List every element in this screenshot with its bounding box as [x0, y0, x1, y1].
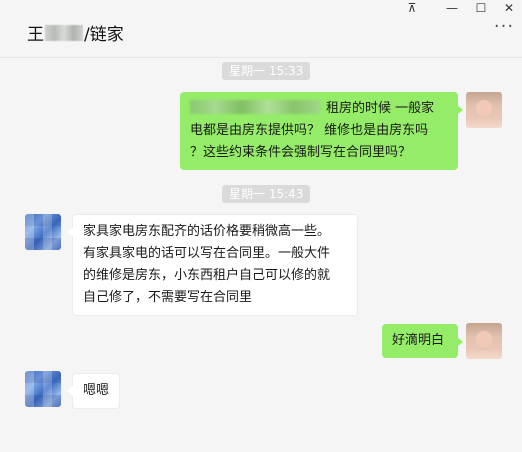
contact-name-suffix: /链家	[84, 25, 124, 45]
pin-icon[interactable]: ⊼	[397, 0, 427, 22]
timestamp: 星期一 15:43	[222, 185, 311, 203]
minimize-button[interactable]: —	[437, 0, 467, 22]
message-bubble-received[interactable]: 家具家电房东配齐的话价格要稍微高一些。 有家具家电的话可以写在合同里。一般大件 …	[67, 214, 358, 316]
redacted-text	[190, 100, 320, 114]
avatar[interactable]	[466, 323, 502, 359]
message-bubble-sent[interactable]: 好滴明白	[382, 324, 463, 358]
avatar[interactable]	[466, 92, 502, 128]
more-options-button[interactable]: ···	[492, 18, 516, 40]
contact-name-prefix: 王	[27, 25, 44, 45]
message-bubble-sent[interactable]: 租房的时候 一般家 电都是由房东提供吗？ 维修也是由房东吗 ？这些约束条件会强制…	[180, 92, 463, 170]
message-bubble-received[interactable]: 嗯嗯	[67, 373, 120, 409]
chat-title: 王 /链家	[27, 20, 124, 45]
avatar[interactable]	[25, 214, 61, 250]
maximize-button[interactable]: ☐	[466, 0, 496, 22]
chat-header: 王 /链家 ⊼ — ☐ ✕ ···	[0, 0, 522, 58]
timestamp: 星期一 15:33	[222, 62, 311, 80]
contact-name-redacted	[45, 24, 83, 41]
avatar[interactable]	[25, 371, 61, 407]
